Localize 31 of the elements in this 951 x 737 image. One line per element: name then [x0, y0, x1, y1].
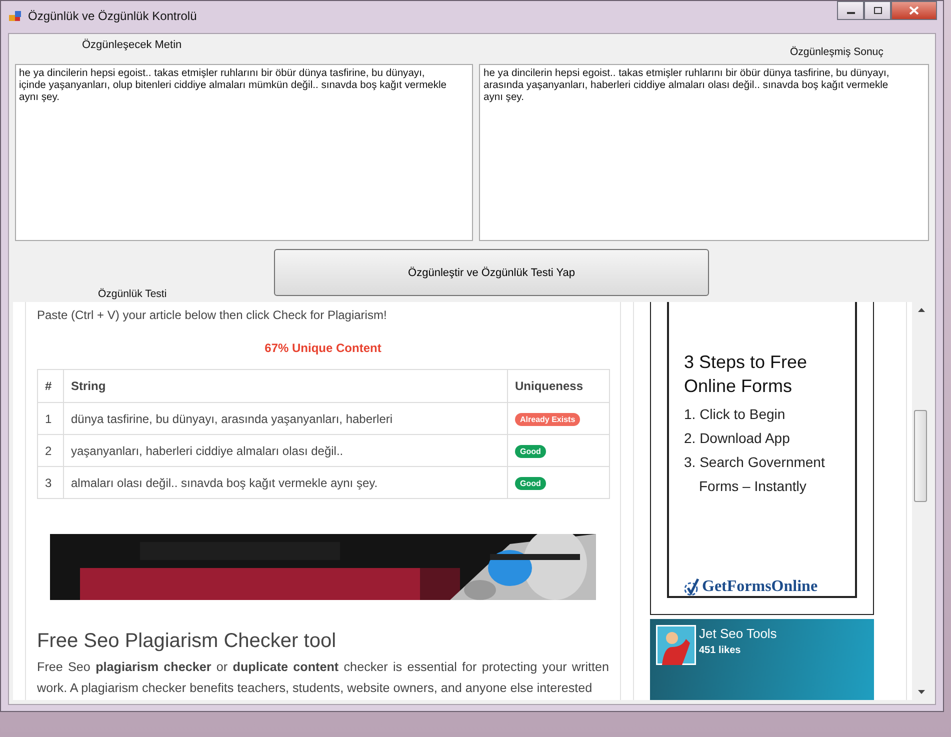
- column-header: String: [64, 370, 508, 402]
- table-cell: almaları olası değil.. sınavda boş kağıt vermekle aynı şey.: [64, 466, 508, 498]
- table-cell: dünya tasfirine, bu dünyayı, arasında yaşanyanları, haberleri: [64, 402, 508, 434]
- column-header: #: [38, 370, 64, 402]
- article-paragraph: Free Seo plagiarism checker or duplicate content checker is essential for protecting your written work. A plagiarism checker benefits teachers, students, website owners, and anyone else interested: [37, 659, 609, 697]
- status-badge: Already Exists: [515, 413, 580, 426]
- unique-score: 67% Unique Content: [264, 341, 382, 355]
- ad-step: 3. Search Government Forms – Instantly: [684, 450, 849, 498]
- ad-title: 3 Steps to Free Online Forms: [684, 351, 808, 398]
- status-badge: Good: [515, 477, 546, 490]
- likes-count: 451 likes: [699, 645, 741, 656]
- ad-brand: GetFormsOnline: [702, 578, 818, 596]
- status-badge: Good: [515, 445, 546, 458]
- run-test-button[interactable]: Özgünleştir ve Özgünlük Testi Yap: [274, 249, 709, 296]
- column-header: Uniqueness: [508, 370, 610, 402]
- ad-step: 2. Download App: [684, 426, 849, 450]
- table-cell: 3: [38, 466, 64, 498]
- window-title: Özgünlük ve Özgünlük Kontrolü: [28, 9, 197, 23]
- article-heading: Free Seo Plagiarism Checker tool: [37, 630, 338, 653]
- source-text-field[interactable]: he ya dincilerin hepsi egoist.. takas etmişler ruhlarını bir öbür dünya tasfirine, bu dünyayı, içinde yaşanyanları, olup bitenleri ciddiye almaları mümkün değil.. sınavda boş kağıt vermekle aynı şey.: [15, 64, 474, 241]
- result-label: Özgünleşmiş Sonuç: [790, 46, 884, 58]
- table-cell: yaşanyanları, haberleri ciddiye almaları olası değil..: [64, 434, 508, 466]
- forms-ad[interactable]: 3 Steps to Free Online Forms 1. Click to Begin 2. Download App 3. Search Government Forms – Instantly GetFormsOnline: [667, 302, 857, 598]
- table-cell: 2: [38, 434, 64, 466]
- ad-step: 1. Click to Begin: [684, 402, 849, 426]
- intro-text: Paste (Ctrl + V) your article below then click Check for Plagiarism!: [37, 308, 388, 322]
- table-cell: 1: [38, 402, 64, 434]
- test-label: Özgünlük Testi: [98, 288, 168, 300]
- result-text-field[interactable]: he ya dincilerin hepsi egoist.. takas etmişler ruhlarını bir öbür dünya tasfirine, bu dünyayı, arasında yaşanyanları, haberleri ciddiye almaları olası değil.. sınavda boş kağıt vermekle aynı şey.: [479, 64, 929, 241]
- page-name: Jet Seo Tools: [699, 626, 777, 641]
- source-label: Özgünleşecek Metin: [82, 39, 182, 51]
